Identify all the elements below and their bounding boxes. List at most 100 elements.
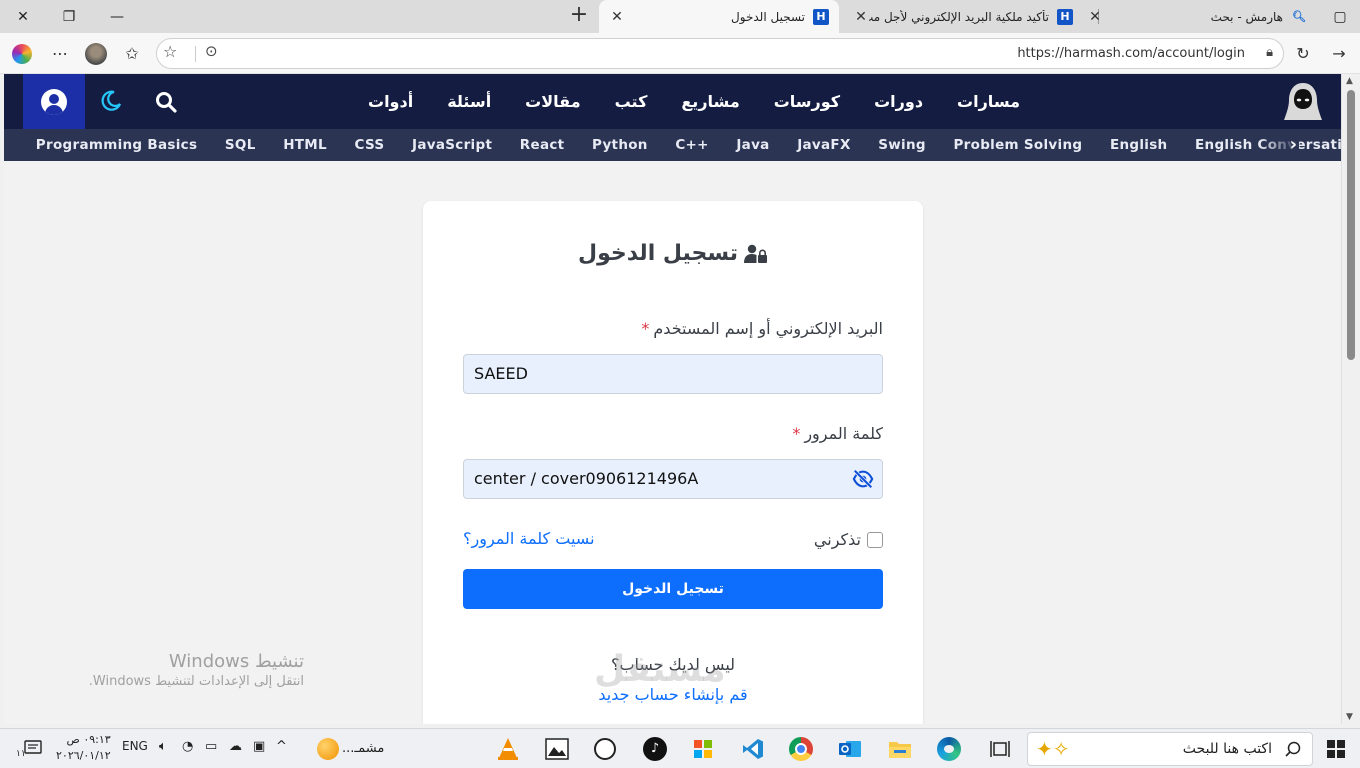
main-menu: مسارات دورات كورسات مشاريع كتب مقالات أس… xyxy=(368,74,1037,129)
remember-label: تذكرني xyxy=(813,530,861,549)
favorites-icon[interactable]: ✩ xyxy=(119,41,145,67)
topic-programming-basics[interactable]: Programming Basics xyxy=(36,137,198,153)
harmash-logo[interactable] xyxy=(1281,80,1325,124)
menu-projects[interactable]: مشاريع xyxy=(664,92,756,111)
restore-window-icon[interactable]: ❐ xyxy=(49,4,89,30)
meet-now-icon[interactable]: ▣ xyxy=(253,739,265,754)
windows-taskbar: ١١ ٠٩:١٣ ص ٢٠٢٦/٠١/١٢ ENG 🔈︎ ◔ ▭ ☁ ▣ ^ م… xyxy=(0,728,1360,768)
forward-icon[interactable]: → xyxy=(1326,41,1352,67)
required-mark: * xyxy=(641,319,650,338)
windows-start-icon[interactable] xyxy=(1327,740,1345,758)
url-divider xyxy=(195,46,196,62)
login-title: تسجيل الدخول xyxy=(423,241,923,266)
vlc-icon[interactable] xyxy=(494,735,522,763)
tab-close-icon[interactable]: ✕ xyxy=(1087,9,1103,25)
add-favorite-icon[interactable]: ☆ xyxy=(163,42,177,61)
menu-paths[interactable]: مسارات xyxy=(940,92,1037,111)
tab-actions-icon[interactable]: ▢ xyxy=(1320,4,1360,30)
task-view-icon[interactable] xyxy=(986,735,1014,763)
topic-java[interactable]: Java xyxy=(736,137,769,153)
page-scrollbar[interactable]: ▲ ▼ xyxy=(1341,74,1360,724)
topic-html[interactable]: HTML xyxy=(283,137,327,153)
chevron-up-icon[interactable]: ^ xyxy=(276,739,287,754)
tab-close-icon[interactable]: ✕ xyxy=(609,9,625,25)
url-text[interactable]: https://harmash.com/account/login xyxy=(1017,46,1245,61)
menu-tutorials[interactable]: كورسات xyxy=(757,92,857,111)
chevron-right-icon[interactable]: › xyxy=(1290,134,1297,155)
new-tab-button[interactable]: + xyxy=(566,3,592,29)
menu-questions[interactable]: أسئلة xyxy=(430,92,508,111)
remember-me[interactable]: تذكرني xyxy=(814,530,883,549)
harmash-h-icon: H xyxy=(813,8,829,25)
notification-icon[interactable] xyxy=(24,739,42,757)
topic-cpp[interactable]: C++ xyxy=(675,137,708,153)
cloud-icon[interactable]: ☁ xyxy=(229,739,242,754)
mostaql-watermark: مستقل xyxy=(594,649,726,690)
scroll-up-arrow-icon[interactable]: ▲ xyxy=(1346,76,1353,86)
edge-icon[interactable] xyxy=(935,735,963,763)
taskbar-search-text: اكتب هنا للبحث xyxy=(1182,741,1272,757)
account-button[interactable] xyxy=(23,74,85,129)
site-info-icon[interactable]: ⊙ xyxy=(205,42,218,60)
topic-javascript[interactable]: JavaScript xyxy=(412,137,492,153)
chrome-icon[interactable] xyxy=(787,735,815,763)
whatsapp-icon[interactable] xyxy=(591,735,619,763)
password-field[interactable]: center / cover0906121496A xyxy=(463,459,883,499)
password-value: center / cover0906121496A xyxy=(474,469,699,488)
user-icon xyxy=(41,88,67,115)
close-window-icon[interactable]: ✕ xyxy=(3,4,43,30)
tab-login[interactable]: ✕ تسجيل الدخول H xyxy=(599,0,839,33)
profile-avatar[interactable] xyxy=(83,41,109,67)
menu-courses[interactable]: دورات xyxy=(857,92,940,111)
tiktok-icon[interactable]: ♪ xyxy=(641,735,669,763)
taskbar-search-box[interactable]: ✦✧ اكتب هنا للبحث xyxy=(1027,732,1313,766)
topic-python[interactable]: Python xyxy=(592,137,648,153)
username-field[interactable]: SAEED xyxy=(463,354,883,394)
running-app-label[interactable]: مشمـ... xyxy=(342,741,384,756)
minimize-window-icon[interactable]: — xyxy=(97,4,137,30)
refresh-icon[interactable]: ↻ xyxy=(1290,41,1316,67)
topic-javafx[interactable]: JavaFX xyxy=(797,137,850,153)
file-explorer-icon[interactable] xyxy=(886,735,914,763)
login-submit-button[interactable]: تسجيل الدخول xyxy=(463,569,883,609)
address-bar[interactable]: ☆ ⊙ https://harmash.com/account/login 🔒︎ xyxy=(156,38,1284,69)
photos-icon[interactable] xyxy=(543,735,571,763)
topics-bar: Programming Basics SQL HTML CSS JavaScri… xyxy=(4,129,1341,161)
lock-icon[interactable]: 🔒︎ xyxy=(1266,45,1273,60)
tab-search[interactable]: ✕ هارمش - بحث 🔍︎ xyxy=(1077,0,1317,33)
clock[interactable]: ٠٩:١٣ ص ٢٠٢٦/٠١/١٢ xyxy=(56,732,111,764)
tab-close-icon[interactable]: ✕ xyxy=(853,9,869,25)
language-indicator[interactable]: ENG xyxy=(122,739,148,753)
search-icon[interactable] xyxy=(154,90,178,114)
microsoft-store-icon[interactable] xyxy=(689,735,717,763)
scroll-down-arrow-icon[interactable]: ▼ xyxy=(1346,712,1353,722)
outlook-icon[interactable] xyxy=(836,735,864,763)
topic-english[interactable]: English xyxy=(1110,137,1168,153)
eye-slash-icon[interactable] xyxy=(852,469,874,489)
volume-icon[interactable]: 🔈︎ xyxy=(159,739,167,754)
vscode-icon[interactable] xyxy=(739,735,767,763)
activation-title: تنشيط Windows xyxy=(168,651,304,672)
menu-tools[interactable]: أدوات xyxy=(351,92,430,111)
scroll-thumb[interactable] xyxy=(1347,90,1355,360)
tab-email-confirmation[interactable]: ✕ تأكيد ملكية البريد الإلكتروني لأجل مت … xyxy=(843,0,1083,33)
clock-time: ٠٩:١٣ ص xyxy=(66,733,111,746)
password-label-text: كلمة المرور xyxy=(804,424,883,443)
dark-mode-moon-icon[interactable] xyxy=(99,89,123,113)
topic-sql[interactable]: SQL xyxy=(225,137,256,153)
menu-books[interactable]: كتب xyxy=(598,92,665,111)
topic-css[interactable]: CSS xyxy=(355,137,385,153)
topic-problem-solving[interactable]: Problem Solving xyxy=(953,137,1082,153)
topic-react[interactable]: React xyxy=(520,137,565,153)
copilot-icon[interactable] xyxy=(9,41,35,67)
wifi-icon[interactable]: ◔ xyxy=(182,739,193,754)
battery-icon[interactable]: ▭ xyxy=(205,739,217,754)
app-running-icon[interactable] xyxy=(314,735,342,763)
more-options-icon[interactable]: ⋯ xyxy=(47,41,73,67)
username-label: البريد الإلكتروني أو إسم المستخدم* xyxy=(641,319,883,338)
remember-checkbox[interactable] xyxy=(867,531,883,548)
forgot-password-link[interactable]: نسيت كلمة المرور؟ xyxy=(463,529,595,548)
topic-swing[interactable]: Swing xyxy=(878,137,926,153)
menu-articles[interactable]: مقالات xyxy=(508,92,597,111)
login-card: تسجيل الدخول البريد الإلكتروني أو إسم ال… xyxy=(423,201,923,724)
